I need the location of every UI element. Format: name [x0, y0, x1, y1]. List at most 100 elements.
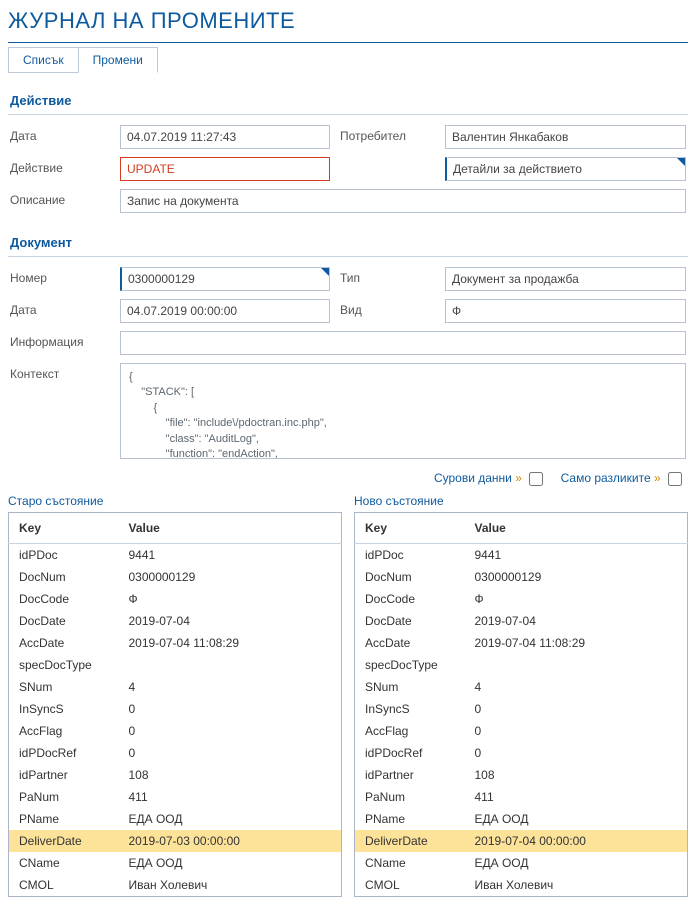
cell-value: 2019-07-03 00:00:00: [119, 830, 342, 852]
cell-value: 4: [465, 676, 688, 698]
doc-context-label: Контекст: [10, 363, 110, 381]
action-user-label: Потребител: [340, 125, 435, 143]
cell-value: 0: [465, 698, 688, 720]
cell-key: InSyncS: [9, 698, 119, 720]
cell-key: CName: [9, 852, 119, 874]
cell-key: DocDate: [355, 610, 465, 632]
doc-form: Номер 0300000129 Тип Документ за продажб…: [8, 257, 688, 461]
cell-value: 2019-07-04: [119, 610, 342, 632]
raw-data-link[interactable]: Сурови данни »: [434, 471, 522, 485]
cell-key: idPDocRef: [9, 742, 119, 764]
table-row: CMOLИван Холевич: [355, 874, 688, 897]
table-row: idPDocRef0: [9, 742, 342, 764]
cell-key: DeliverDate: [355, 830, 465, 852]
old-state-table: Key Value idPDoc9441DocNum0300000129DocC…: [8, 512, 342, 897]
diff-only-link[interactable]: Само разликите »: [561, 471, 661, 485]
cell-value: ЕДА ООД: [119, 808, 342, 830]
cell-value: 411: [465, 786, 688, 808]
tabs: Списък Промени: [8, 47, 688, 73]
diff-only-checkbox[interactable]: [668, 472, 682, 486]
cell-value: 2019-07-04 11:08:29: [119, 632, 342, 654]
table-row: idPartner108: [355, 764, 688, 786]
cell-value: 108: [119, 764, 342, 786]
table-row: CNameЕДА ООД: [9, 852, 342, 874]
new-state-table: Key Value idPDoc9441DocNum0300000129DocC…: [354, 512, 688, 897]
cell-key: idPDoc: [9, 543, 119, 566]
doc-num-label: Номер: [10, 267, 110, 285]
action-user-value: Валентин Янкабаков: [445, 125, 686, 149]
cell-key: PName: [9, 808, 119, 830]
raw-data-checkbox[interactable]: [529, 472, 543, 486]
table-row: AccDate2019-07-04 11:08:29: [9, 632, 342, 654]
new-key-header: Key: [355, 512, 465, 543]
cell-key: AccFlag: [355, 720, 465, 742]
tab-list[interactable]: Списък: [8, 47, 79, 73]
cell-key: DocNum: [9, 566, 119, 588]
table-row: PaNum411: [355, 786, 688, 808]
cell-value: Ф: [119, 588, 342, 610]
doc-date-label: Дата: [10, 299, 110, 317]
cell-key: specDocType: [355, 654, 465, 676]
table-row: DocDate2019-07-04: [355, 610, 688, 632]
cell-value: 0: [119, 720, 342, 742]
cell-value: 0: [119, 742, 342, 764]
doc-type-value: Документ за продажба: [445, 267, 686, 291]
table-row: DocDate2019-07-04: [9, 610, 342, 632]
table-row: specDocType: [9, 654, 342, 676]
action-action-label: Действие: [10, 157, 110, 175]
cell-key: DocNum: [355, 566, 465, 588]
cell-key: AccDate: [9, 632, 119, 654]
doc-info-value: [120, 331, 686, 355]
old-key-header: Key: [9, 512, 119, 543]
cell-key: PaNum: [9, 786, 119, 808]
cell-value: 108: [465, 764, 688, 786]
cell-value: 2019-07-04 00:00:00: [465, 830, 688, 852]
cell-key: DocCode: [355, 588, 465, 610]
cell-value: 4: [119, 676, 342, 698]
table-row: CNameЕДА ООД: [355, 852, 688, 874]
cell-key: SNum: [355, 676, 465, 698]
table-row: AccDate2019-07-04 11:08:29: [355, 632, 688, 654]
cell-value: 9441: [119, 543, 342, 566]
cell-value: 0: [465, 720, 688, 742]
action-desc-label: Описание: [10, 189, 110, 207]
new-value-header: Value: [465, 512, 688, 543]
old-value-header: Value: [119, 512, 342, 543]
cell-key: idPDocRef: [355, 742, 465, 764]
table-row: DocNum0300000129: [9, 566, 342, 588]
cell-value: 0: [465, 742, 688, 764]
cell-value: 411: [119, 786, 342, 808]
doc-date-value: 04.07.2019 00:00:00: [120, 299, 330, 323]
divider: [8, 42, 688, 43]
cell-key: idPDoc: [355, 543, 465, 566]
table-row: CMOLИван Холевич: [9, 874, 342, 897]
cell-value: Иван Холевич: [465, 874, 688, 897]
cell-key: CMOL: [9, 874, 119, 897]
table-row: idPDocRef0: [355, 742, 688, 764]
action-details-button[interactable]: Детайли за действието: [445, 157, 686, 181]
cell-key: DeliverDate: [9, 830, 119, 852]
cell-key: CName: [355, 852, 465, 874]
table-row: idPartner108: [9, 764, 342, 786]
cell-key: DocDate: [9, 610, 119, 632]
cell-key: InSyncS: [355, 698, 465, 720]
doc-kind-value: Ф: [445, 299, 686, 323]
cell-value: 0300000129: [119, 566, 342, 588]
table-row: PNameЕДА ООД: [9, 808, 342, 830]
cell-value: 2019-07-04: [465, 610, 688, 632]
tab-changes[interactable]: Промени: [78, 47, 158, 73]
table-row: specDocType: [355, 654, 688, 676]
table-row: AccFlag0: [9, 720, 342, 742]
cell-value: [465, 654, 688, 676]
table-row: idPDoc9441: [9, 543, 342, 566]
page-title: ЖУРНАЛ НА ПРОМЕНИТЕ: [8, 8, 688, 34]
doc-num-value[interactable]: 0300000129: [120, 267, 330, 291]
doc-info-label: Информация: [10, 331, 110, 349]
doc-context-value[interactable]: { "STACK": [ { "file": "include\/pdoctra…: [120, 363, 686, 459]
table-row: DocCodeФ: [9, 588, 342, 610]
cell-key: PaNum: [355, 786, 465, 808]
table-row: PaNum411: [9, 786, 342, 808]
table-row: InSyncS0: [355, 698, 688, 720]
action-date-label: Дата: [10, 125, 110, 143]
cell-key: SNum: [9, 676, 119, 698]
